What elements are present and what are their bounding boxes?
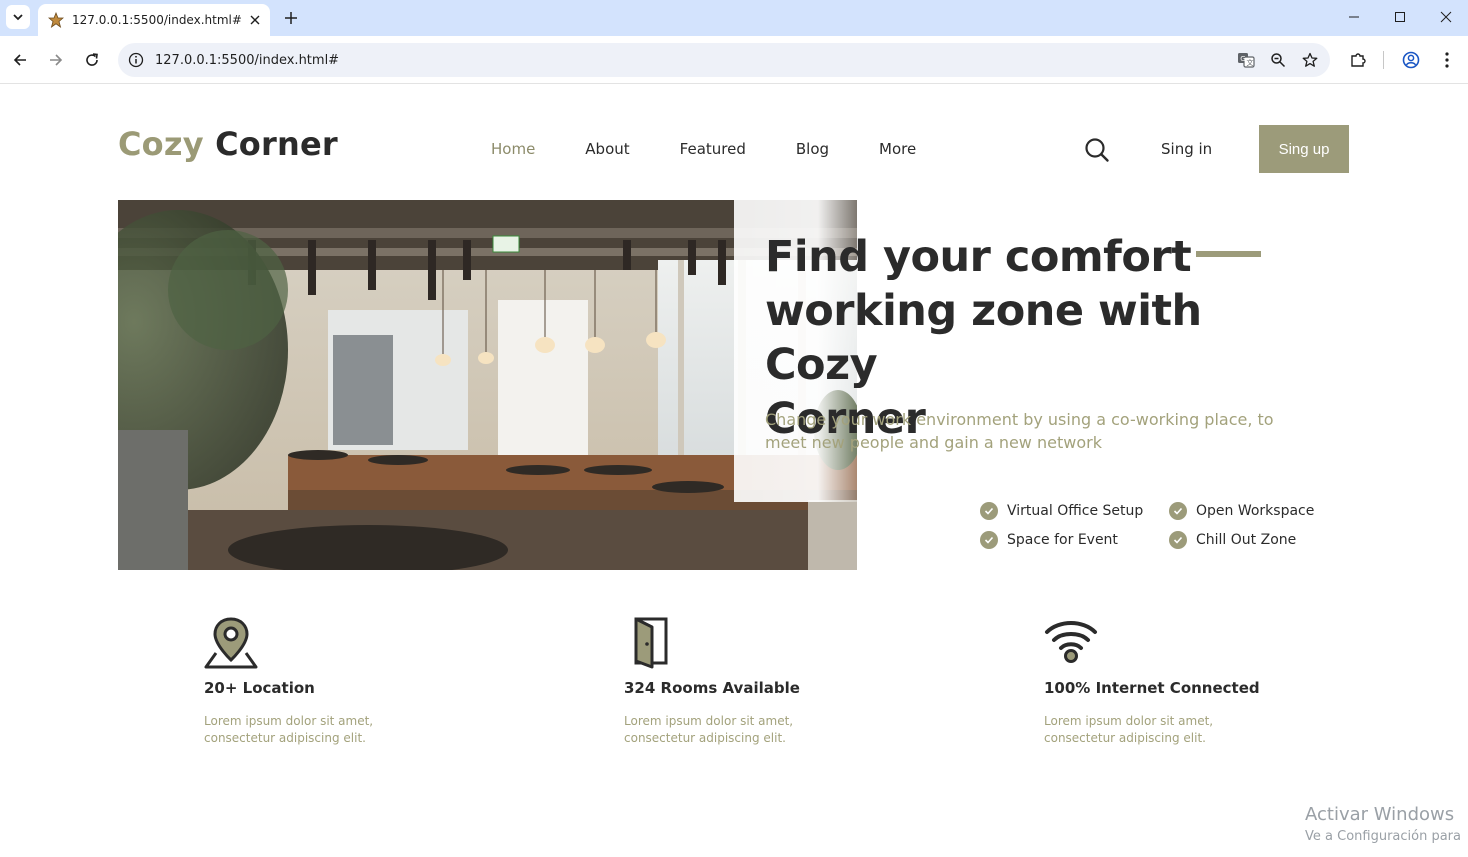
feature-label: Open Workspace [1196,502,1315,519]
svg-text:G: G [1240,55,1245,63]
signup-button[interactable]: Sing up [1259,125,1349,173]
check-circle-icon [980,530,998,549]
browser-tab[interactable]: 127.0.0.1:5500/index.html# [38,4,270,36]
zoom-icon[interactable] [1266,48,1290,72]
headline-line-1: Find your comfort [765,232,1192,282]
stat-card: 324 Rooms Available Lorem ipsum dolor si… [624,615,884,747]
stat-description: Lorem ipsum dolor sit amet, consectetur … [624,713,884,747]
search-button[interactable] [1084,137,1110,163]
windows-activation-watermark: Activar Windows Ve a Configuración para [1305,804,1461,844]
stat-desc-line: Lorem ipsum dolor sit amet, [204,714,374,728]
location-pin-icon [204,615,260,671]
arrow-right-icon [50,54,63,66]
stat-desc-line: consectetur adipiscing elit. [204,731,366,745]
feature-label: Chill Out Zone [1196,531,1297,548]
watermark-title: Activar Windows [1305,804,1455,825]
new-tab-button[interactable] [280,7,302,29]
headline-line-2: working zone with Cozy [765,286,1202,390]
brand-logo[interactable]: Cozy Corner [118,125,338,163]
browser-tabstrip: 127.0.0.1:5500/index.html# [0,0,1468,36]
tab-search-button[interactable] [6,5,30,29]
reload-button[interactable] [80,48,104,72]
stat-desc-line: Lorem ipsum dolor sit amet, [1044,714,1214,728]
feature-item: Chill Out Zone [1169,530,1339,549]
stat-desc-line: consectetur adipiscing elit. [624,731,786,745]
search-icon [1085,138,1109,162]
feature-item: Open Workspace [1169,501,1339,520]
check-circle-icon [1169,501,1187,520]
plus-icon [285,12,297,24]
window-close-button[interactable] [1434,6,1458,28]
stat-title: 324 Rooms Available [624,679,800,697]
reload-icon [86,53,98,66]
maximize-button[interactable] [1388,6,1412,28]
brand-part-2: Corner [215,125,338,163]
close-icon [250,15,260,25]
stat-desc-line: Lorem ipsum dolor sit amet, [624,714,794,728]
door-icon [624,615,680,671]
chevron-down-icon [13,14,23,21]
bookmark-star-icon[interactable] [1298,48,1322,72]
stat-description: Lorem ipsum dolor sit amet, consectetur … [204,713,464,747]
nav-more[interactable]: More [879,140,916,158]
svg-text:文: 文 [1247,58,1254,67]
nav-about[interactable]: About [585,140,629,158]
web-page: Cozy Corner Home About Featured Blog Mor… [0,85,1468,857]
signin-link[interactable]: Sing in [1161,140,1212,158]
tab-title: 127.0.0.1:5500/index.html# [72,13,242,27]
stat-title: 100% Internet Connected [1044,679,1260,697]
maximize-icon [1395,12,1405,22]
profile-button[interactable] [1399,48,1423,72]
headline-accent-line [1196,251,1261,257]
minimize-button[interactable] [1342,6,1366,28]
site-info-icon[interactable] [126,50,146,70]
brand-part-1: Cozy [118,125,204,163]
wifi-icon [1044,615,1100,671]
nav-blog[interactable]: Blog [796,140,829,158]
forward-button[interactable] [44,48,68,72]
feature-list: Virtual Office Setup Open Workspace Spac… [980,501,1339,549]
watermark-subtitle: Ve a Configuración para [1305,829,1461,844]
stat-card: 100% Internet Connected Lorem ipsum dolo… [1044,615,1304,747]
feature-item: Virtual Office Setup [980,501,1169,520]
puzzle-icon [1351,53,1366,67]
nav-featured[interactable]: Featured [680,140,746,158]
favicon-icon [48,12,64,28]
nav-home[interactable]: Home [491,140,535,158]
kebab-menu-icon [1445,52,1449,68]
stat-description: Lorem ipsum dolor sit amet, consectetur … [1044,713,1304,747]
translate-icon[interactable]: G文 [1234,48,1258,72]
close-icon [1440,11,1452,23]
extensions-button[interactable] [1346,48,1370,72]
check-circle-icon [980,501,998,520]
hero-subtitle: Change your work environment by using a … [765,410,1274,452]
check-circle-icon [1169,530,1187,549]
browser-toolbar: 127.0.0.1:5500/index.html# G文 [0,36,1468,84]
stat-card: 20+ Location Lorem ipsum dolor sit amet,… [204,615,464,747]
toolbar-divider [1383,51,1384,69]
menu-button[interactable] [1435,48,1459,72]
feature-label: Space for Event [1007,531,1118,548]
tab-close-button[interactable] [246,11,264,29]
arrow-left-icon [13,54,26,66]
address-bar[interactable]: 127.0.0.1:5500/index.html# G文 [118,43,1330,77]
main-nav: Home About Featured Blog More [491,140,966,158]
back-button[interactable] [8,48,32,72]
feature-item: Space for Event [980,530,1169,549]
stat-title: 20+ Location [204,679,315,697]
minimize-icon [1349,16,1359,18]
url-text: 127.0.0.1:5500/index.html# [155,52,340,68]
feature-label: Virtual Office Setup [1007,502,1144,519]
profile-icon [1402,51,1420,69]
stat-desc-line: consectetur adipiscing elit. [1044,731,1206,745]
